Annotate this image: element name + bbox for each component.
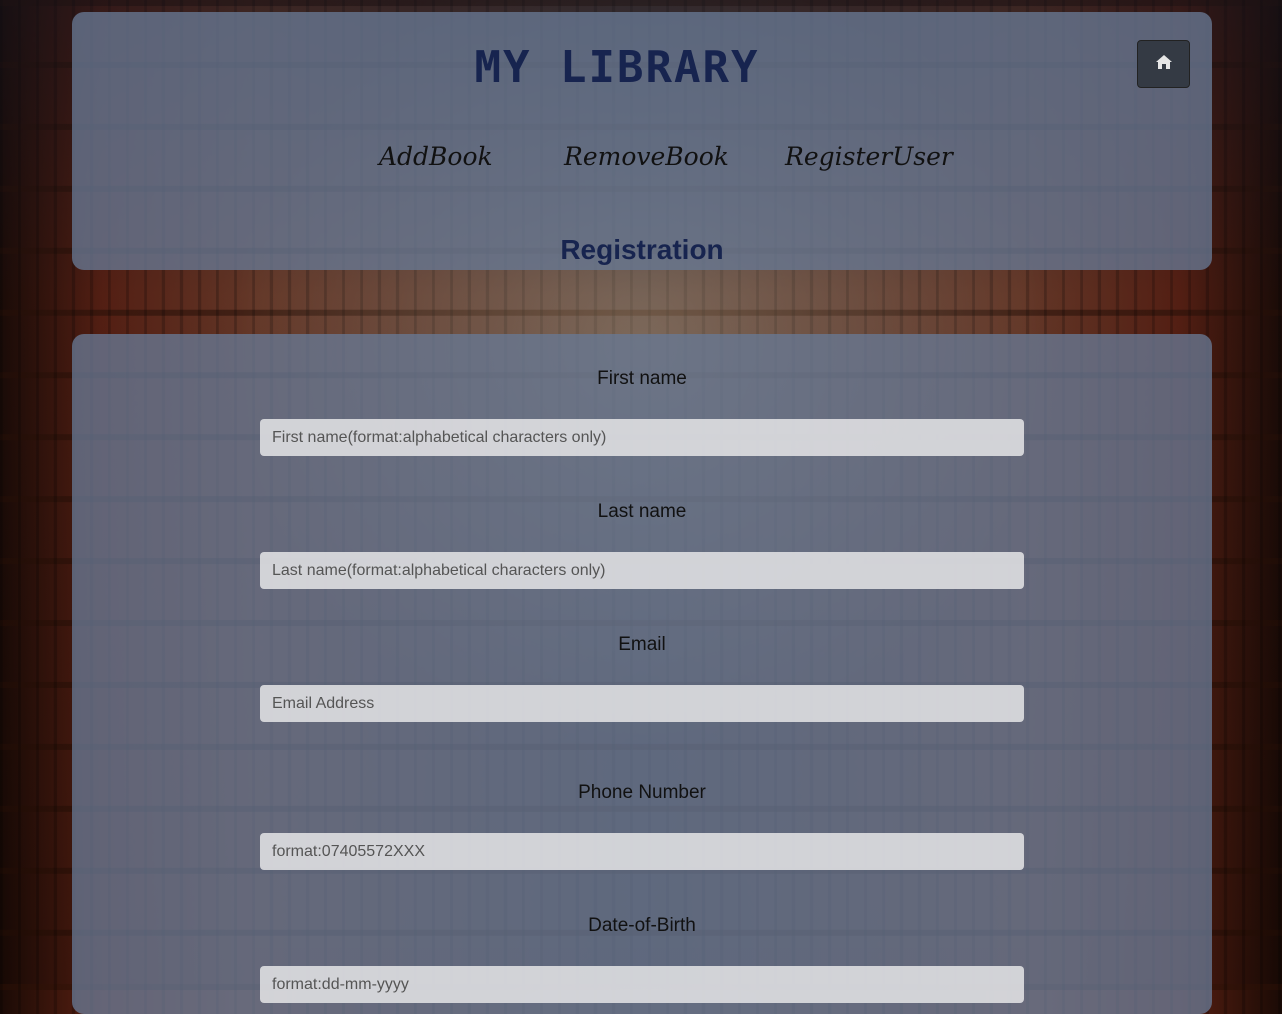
date-of-birth-input[interactable] (260, 966, 1024, 1003)
last-name-label: Last name (597, 501, 687, 522)
home-icon (1155, 54, 1173, 74)
page-title: MY LIBRARY (474, 42, 760, 93)
header-panel: MY LIBRARY AddBook RemoveBook RegisterUs… (72, 12, 1212, 270)
registration-heading: Registration (560, 234, 724, 265)
nav-remove-book[interactable]: RemoveBook (564, 142, 729, 171)
first-name-input[interactable] (260, 419, 1024, 456)
phone-number-label: Phone Number (578, 782, 706, 803)
phone-number-input[interactable] (260, 833, 1024, 870)
first-name-label: First name (597, 368, 687, 389)
nav-add-book[interactable]: AddBook (379, 142, 493, 171)
email-input[interactable] (260, 685, 1024, 722)
date-of-birth-label: Date-of-Birth (588, 915, 696, 936)
registration-form: First name Last name Email Phone Number … (72, 334, 1212, 1014)
last-name-input[interactable] (260, 552, 1024, 589)
home-button[interactable] (1137, 40, 1190, 88)
nav-register-user[interactable]: RegisterUser (785, 142, 953, 171)
email-label: Email (618, 634, 666, 655)
